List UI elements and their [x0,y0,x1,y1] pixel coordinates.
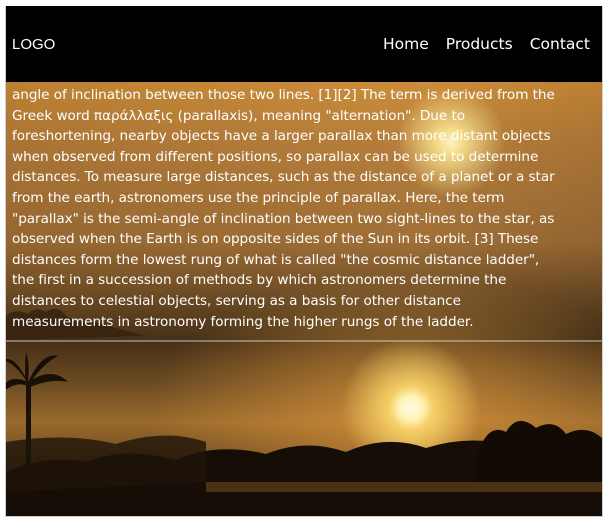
nav-link-contact[interactable]: Contact [530,35,590,53]
navbar: LOGO Home Products Contact [6,6,602,82]
article-text: angle of inclination between those two l… [6,85,602,332]
article-line: the first in a succession of methods by … [12,272,507,289]
article-line: from the earth, astronomers use the prin… [12,189,505,206]
nav-link-home[interactable]: Home [383,35,429,53]
article-line: angle of inclination between those two l… [12,87,555,103]
nav-links: Home Products Contact [383,35,590,53]
article-line: foreshortening, nearby objects have a la… [12,128,551,145]
logo[interactable]: LOGO [12,36,55,53]
article-line: distances form the lowest rung of what i… [12,251,540,268]
article-line: when observed from different positions, … [12,148,539,165]
article-line: distances to celestial objects, serving … [12,292,461,309]
nav-link-products[interactable]: Products [446,35,513,53]
article-line: Greek word παράλλαξις (parallaxis), mean… [12,107,465,124]
browser-viewport: LOGO Home Products Contact angle of incl… [5,6,603,517]
article-line: observed when the Earth is on opposite s… [12,231,539,248]
article-line: distances. To measure large distances, s… [12,169,555,186]
article-line: measurements in astronomy forming the hi… [12,313,474,330]
article-line: "parallax" is the semi-angle of inclinat… [12,210,555,227]
